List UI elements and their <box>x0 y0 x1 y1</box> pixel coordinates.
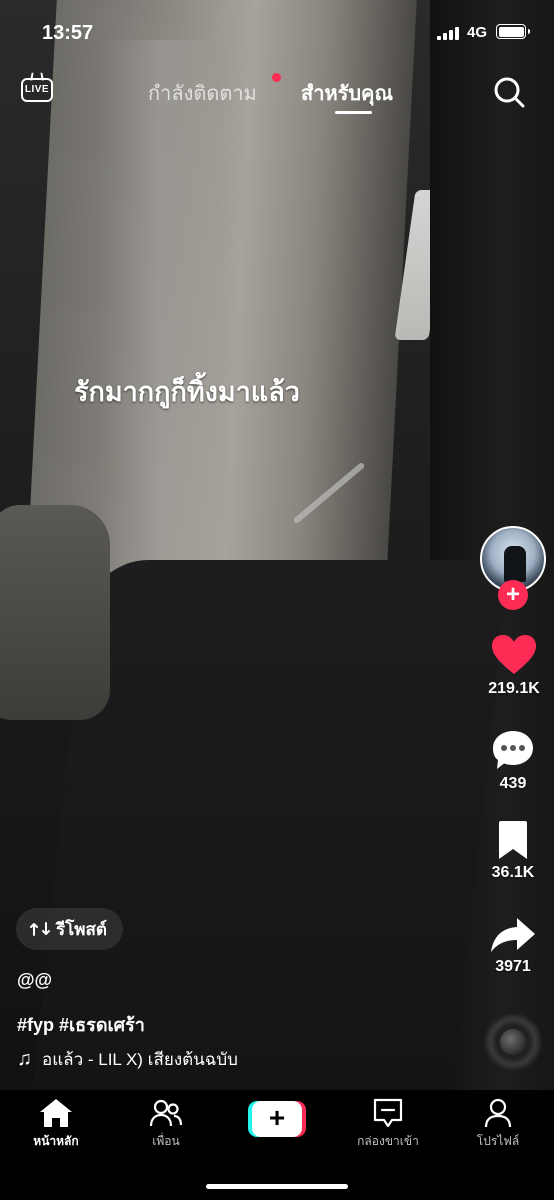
music-disc[interactable] <box>484 1013 542 1071</box>
music-title: อแล้ว - LIL X) เสียงต้นฉบับ <box>42 1050 238 1069</box>
share-count: 3971 <box>495 958 531 975</box>
tab-for-you[interactable]: สำหรับคุณ <box>301 77 393 109</box>
status-bar: 13:57 4G <box>0 0 554 66</box>
status-time: 13:57 <box>42 22 94 44</box>
search-icon <box>494 77 525 108</box>
live-button[interactable]: LIVE <box>21 72 55 106</box>
comment-button[interactable]: 439 <box>478 729 548 793</box>
bookmark-button[interactable]: 36.1K <box>478 820 548 882</box>
friends-icon <box>149 1099 183 1127</box>
repost-button[interactable]: รีโพสต์ <box>16 908 123 950</box>
live-icon: LIVE <box>21 78 53 102</box>
nav-home[interactable]: หน้าหลัก <box>6 1098 106 1151</box>
tab-following[interactable]: กำลังติดตาม <box>148 77 257 109</box>
search-button[interactable] <box>492 75 526 109</box>
signal-icon <box>437 27 459 40</box>
profile-icon <box>484 1098 512 1128</box>
share-button[interactable]: 3971 <box>478 916 548 976</box>
bookmark-icon <box>499 821 527 859</box>
nav-friends-label: เพื่อน <box>152 1134 180 1148</box>
nav-inbox-label: กล่องขาเข้า <box>357 1134 419 1148</box>
music-info[interactable]: ♫ อแล้ว - LIL X) เสียงต้นฉบับ <box>17 1046 307 1073</box>
heart-icon <box>492 635 536 674</box>
video-armrest <box>0 505 110 720</box>
comment-icon <box>493 731 533 769</box>
home-indicator <box>206 1184 348 1189</box>
create-button[interactable]: + <box>248 1101 306 1137</box>
nav-profile-label: โปรไฟล์ <box>476 1134 520 1148</box>
post-hashtags[interactable]: #fyp #เธรดเศร้า <box>17 1010 145 1039</box>
home-icon <box>40 1099 72 1127</box>
video-caption-overlay: รักมากกูก็ทิ้งมาแล้ว <box>74 377 300 407</box>
network-type: 4G <box>467 24 488 41</box>
comment-count: 439 <box>499 775 527 792</box>
follow-button[interactable]: + <box>498 580 528 610</box>
music-note-icon: ♫ <box>17 1048 32 1070</box>
like-count: 219.1K <box>488 680 540 697</box>
inbox-icon <box>373 1098 403 1128</box>
battery-icon <box>496 24 530 39</box>
music-disc-cover <box>500 1029 526 1055</box>
like-button[interactable]: 219.1K <box>479 634 549 698</box>
creator-username[interactable]: @@ <box>17 970 52 991</box>
nav-inbox[interactable]: กล่องขาเข้า <box>338 1098 438 1151</box>
share-arrow-icon <box>491 918 535 952</box>
video-curtain-fold <box>100 40 220 640</box>
repost-label: รีโพสต์ <box>56 919 107 939</box>
nav-profile[interactable]: โปรไฟล์ <box>448 1098 548 1151</box>
active-tab-indicator <box>335 111 372 114</box>
plus-icon: + <box>252 1101 302 1137</box>
avatar-figure <box>504 546 526 582</box>
notification-dot <box>272 73 281 82</box>
nav-friends[interactable]: เพื่อน <box>116 1098 216 1151</box>
bookmark-count: 36.1K <box>491 864 535 881</box>
nav-home-label: หน้าหลัก <box>33 1134 79 1148</box>
repost-icon <box>30 922 50 936</box>
